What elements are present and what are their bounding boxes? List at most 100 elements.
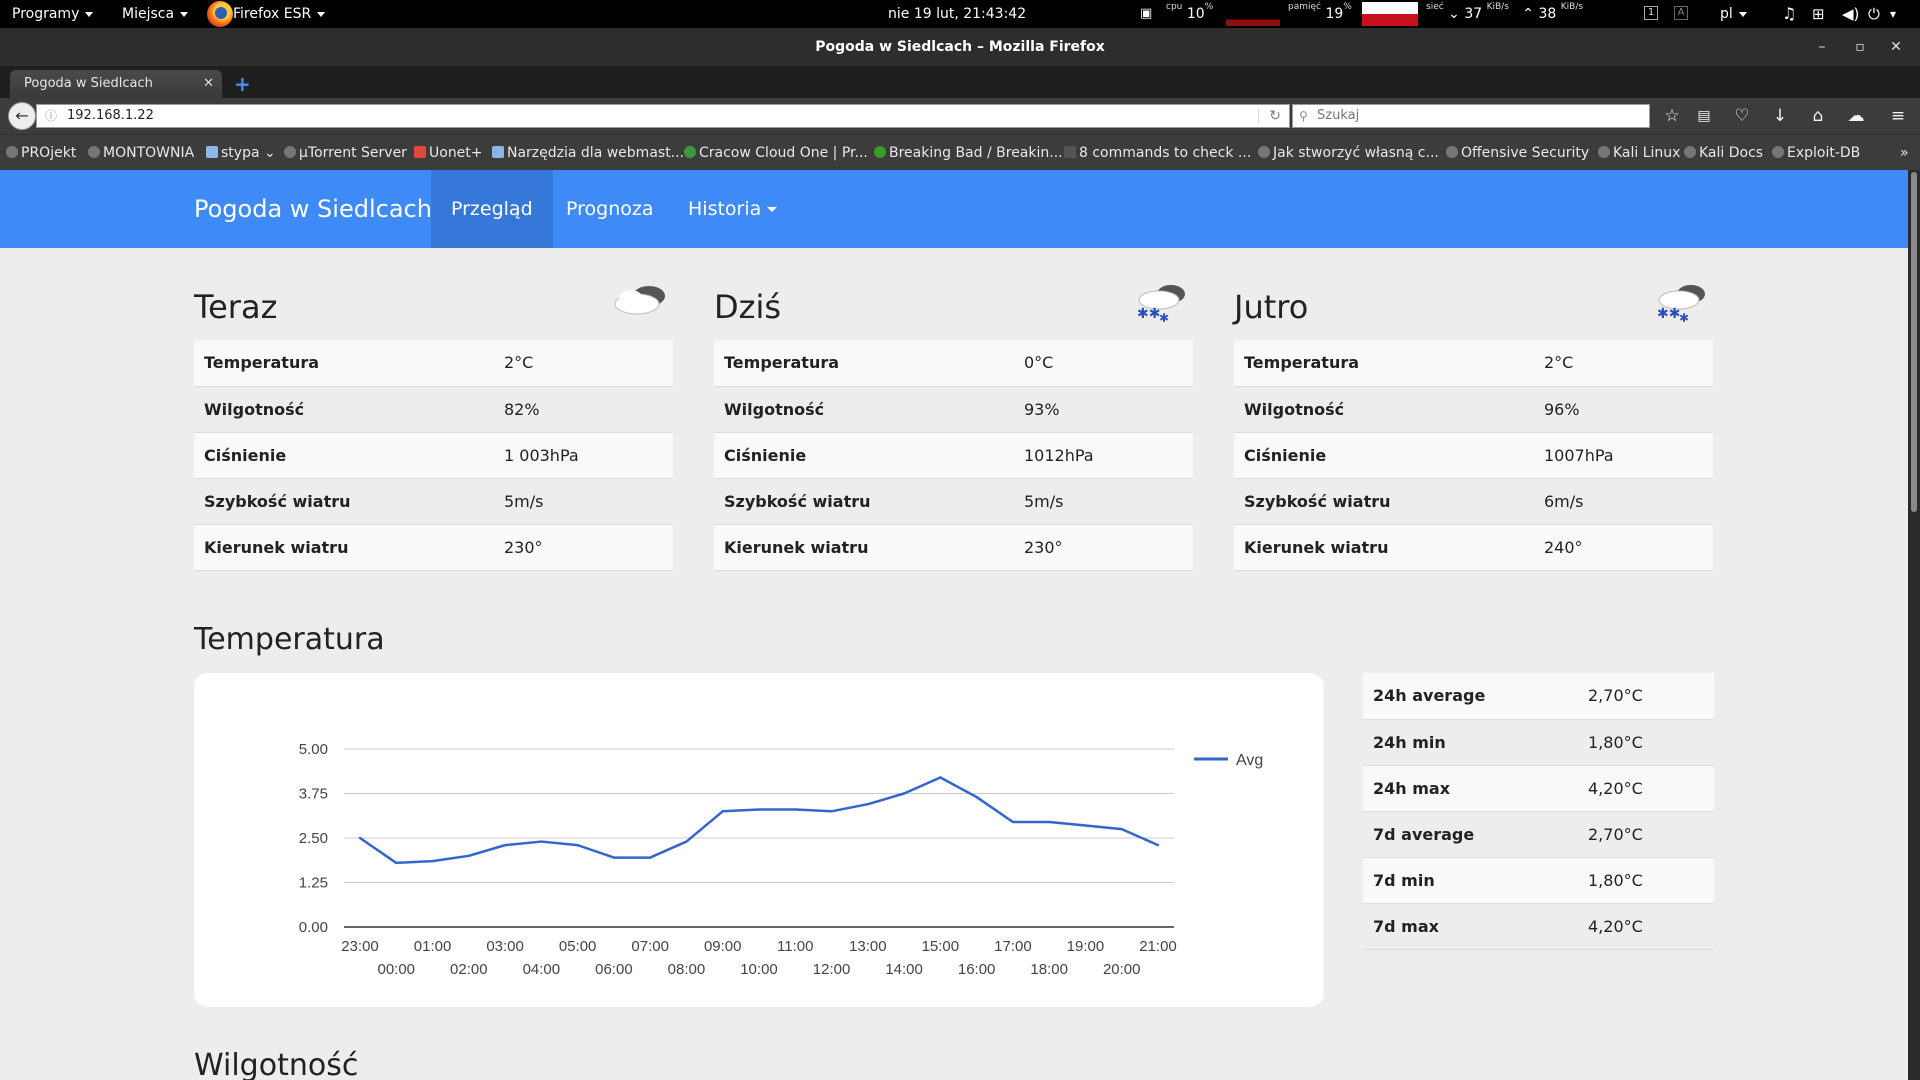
row-value: 2°C — [1534, 340, 1713, 387]
temperature-chart: 5.00 3.75 2.50 1.25 0.00 23:00 00:00 01:00 02:00… — [299, 741, 1263, 978]
bookmark-item[interactable]: Uonet+ — [414, 135, 483, 171]
row-value: 230° — [1014, 524, 1193, 571]
data-point — [576, 843, 579, 847]
music-icon[interactable]: ♫ — [1782, 0, 1796, 28]
nav-history[interactable]: Historia — [668, 170, 797, 248]
table-row: 7d average 2,70°C — [1363, 811, 1714, 858]
bookmark-item[interactable]: Kali Linux — [1598, 135, 1680, 171]
bookmark-item[interactable]: MONTOWNIA — [88, 135, 194, 171]
weather-table: Temperatura 2°C Wilgotność 96% Ciśnienie 10… — [1234, 340, 1713, 571]
table-row: Ciśnienie 1 003hPa — [194, 432, 673, 479]
row-value: 240° — [1534, 524, 1713, 571]
back-button[interactable]: ← — [8, 102, 36, 130]
bookmark-item[interactable]: Exploit-DB — [1772, 135, 1860, 171]
minimize-button[interactable]: – — [1806, 28, 1838, 66]
card-title: Jutro — [1234, 288, 1309, 326]
bookmark-item[interactable]: Breaking Bad / Breakin... — [874, 135, 1063, 171]
close-window-button[interactable]: ✕ — [1880, 28, 1912, 66]
row-label: Kierunek wiatru — [194, 524, 494, 571]
globe-icon — [1598, 146, 1610, 158]
tab-strip: Pogoda w Siedlcach ✕ + — [0, 66, 1920, 98]
volume-icon[interactable]: ◀) — [1842, 0, 1859, 28]
workspace-2[interactable]: A — [1674, 6, 1688, 20]
chevron-down-icon — [317, 11, 326, 17]
x-tick-label: 07:00 — [631, 938, 669, 955]
info-icon[interactable]: ⓘ — [45, 105, 57, 127]
app-menu[interactable]: Firefox ESR — [233, 0, 326, 28]
home-icon[interactable]: ⌂ — [1806, 104, 1830, 128]
stat-label: 24h average — [1363, 673, 1578, 720]
divider — [1258, 108, 1259, 124]
window-titlebar[interactable]: Pogoda w Siedlcach – Mozilla Firefox – ▫… — [0, 28, 1920, 66]
chevron-down-icon[interactable]: ▾ — [1890, 0, 1896, 28]
new-tab-button[interactable]: + — [234, 72, 251, 96]
bookmark-folder[interactable]: stypa ⌄ — [206, 135, 276, 171]
workspace-1[interactable]: 1 — [1644, 6, 1658, 20]
search-input[interactable]: ⚲ Szukaj — [1292, 104, 1650, 128]
x-tick-label: 09:00 — [704, 938, 742, 955]
y-tick-label: 2.50 — [299, 830, 328, 847]
bookmark-item[interactable]: µTorrent Server — [284, 135, 407, 171]
reload-icon[interactable]: ↻ — [1269, 105, 1281, 127]
bookmark-item[interactable]: Kali Docs — [1684, 135, 1763, 171]
scrollbar-thumb[interactable] — [1911, 172, 1917, 512]
clock[interactable]: nie 19 lut, 21:43:42 — [888, 0, 1026, 28]
y-tick-label: 3.75 — [299, 786, 328, 803]
reading-list-icon[interactable]: ▤ — [1692, 104, 1716, 128]
y-tick-label: 0.00 — [299, 919, 328, 936]
hamburger-menu-icon[interactable]: ≡ — [1886, 104, 1910, 128]
x-tick-label: 21:00 — [1139, 938, 1177, 955]
globe-icon — [1684, 146, 1696, 158]
stat-label: 7d min — [1363, 857, 1578, 904]
bookmark-item[interactable]: 8 commands to check ... — [1064, 135, 1251, 171]
chevron-down-icon — [180, 11, 189, 17]
bookmark-item[interactable]: PROjekt — [6, 135, 76, 171]
places-menu[interactable]: Miejsca — [122, 0, 189, 28]
row-label: Szybkość wiatru — [714, 478, 1014, 525]
bookmarks-overflow[interactable]: » — [1900, 135, 1909, 171]
row-label: Szybkość wiatru — [194, 478, 494, 525]
bookmark-item[interactable]: Narzędzia dla webmast... — [492, 135, 684, 171]
maximize-button[interactable]: ▫ — [1844, 28, 1876, 66]
data-point — [467, 854, 471, 857]
downloads-icon[interactable]: ↓ — [1768, 104, 1792, 128]
cpu-indicator[interactable]: cpu 10% — [1166, 0, 1213, 28]
tab-pogoda[interactable]: Pogoda w Siedlcach ✕ — [10, 70, 222, 98]
page-scrollbar[interactable] — [1908, 170, 1920, 1080]
nav-overview[interactable]: Przegląd — [431, 170, 553, 248]
bookmark-star-icon[interactable]: ☆ — [1660, 104, 1684, 128]
stat-value: 1,80°C — [1578, 719, 1714, 766]
table-row: Szybkość wiatru 6m/s — [1234, 478, 1713, 525]
network-icon[interactable]: ⊞ — [1812, 0, 1825, 28]
network-indicator[interactable]: sieć ⌄ 37 KiB/s ⌃ 38 KiB/s — [1426, 0, 1583, 28]
x-tick-label: 03:00 — [486, 938, 524, 955]
data-point — [503, 843, 507, 847]
brand-link[interactable]: Pogoda w Siedlcach — [194, 170, 432, 248]
url-bar[interactable]: ⓘ 192.168.1.22 ↻ — [36, 104, 1290, 128]
data-point — [794, 808, 797, 811]
x-tick-label: 12:00 — [813, 961, 851, 978]
bookmark-item[interactable]: Offensive Security — [1446, 135, 1589, 171]
memory-indicator[interactable]: pamięć 19% — [1288, 0, 1352, 28]
power-icon[interactable]: ⏻ — [1868, 0, 1880, 28]
upload-icon: ⌃ — [1522, 6, 1535, 22]
bookmark-item[interactable]: Jak stworzyć własną c... — [1258, 135, 1439, 171]
bookmark-item[interactable]: Cracow Cloud One | Pr... — [684, 135, 868, 171]
pocket-icon[interactable]: ♡ — [1730, 104, 1754, 128]
row-label: Wilgotność — [714, 386, 1014, 433]
keyboard-layout[interactable]: pl — [1720, 0, 1747, 28]
row-label: Ciśnienie — [194, 432, 494, 479]
url-text[interactable]: 192.168.1.22 — [67, 108, 154, 123]
data-point — [612, 856, 616, 859]
programs-menu[interactable]: Programy — [12, 0, 94, 28]
close-tab-icon[interactable]: ✕ — [203, 70, 214, 98]
x-tick-label: 00:00 — [377, 961, 415, 978]
row-value: 2°C — [494, 340, 673, 387]
temperature-stats-table: 24h average 2,70°C 24h min 1,80°C 24h max 4… — [1363, 673, 1714, 950]
sync-icon[interactable]: ☁ — [1844, 104, 1868, 128]
row-label: Ciśnienie — [714, 432, 1014, 479]
search-icon: ⚲ — [1299, 109, 1308, 123]
download-icon: ⌄ — [1448, 6, 1460, 22]
nav-forecast[interactable]: Prognoza — [546, 170, 674, 248]
data-point — [648, 856, 652, 859]
